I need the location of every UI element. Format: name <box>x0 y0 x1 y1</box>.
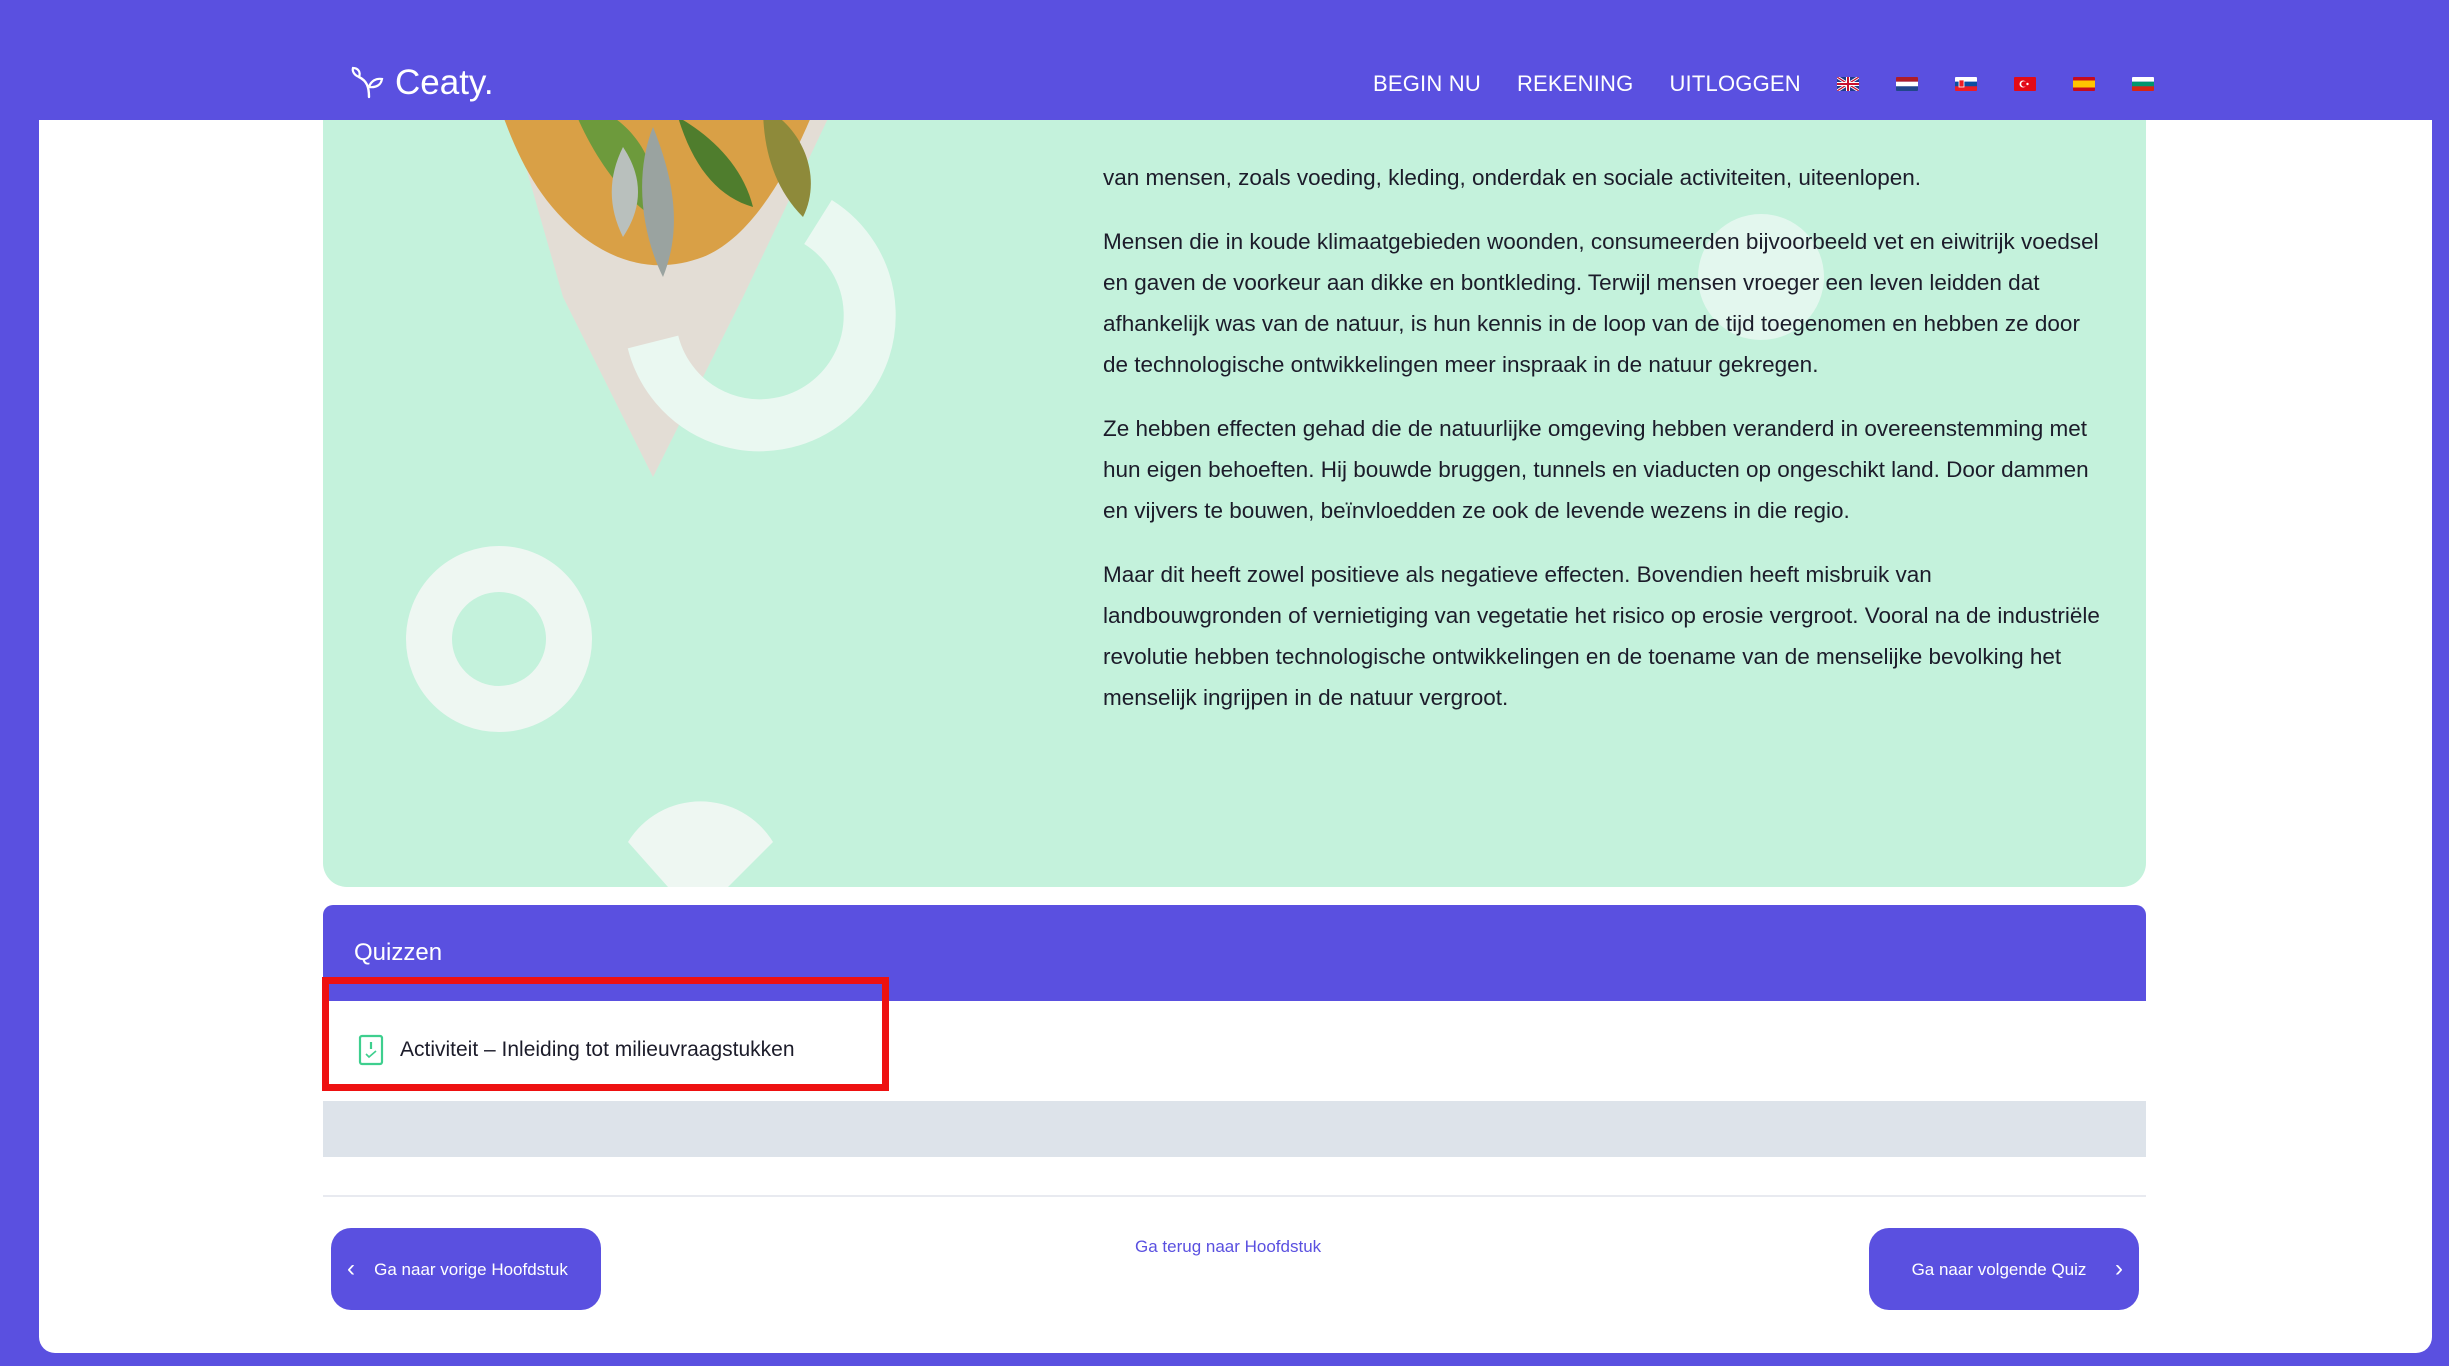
quiz-section-title: Quizzen <box>354 939 443 966</box>
next-quiz-button[interactable]: Ga naar volgende Quiz › <box>1869 1228 2139 1310</box>
previous-chapter-button[interactable]: ‹ Ga naar vorige Hoofdstuk <box>331 1228 601 1310</box>
lesson-paragraph: Maar dit heeft zowel positieve als negat… <box>1103 562 2100 710</box>
nav-uitloggen[interactable]: UITLOGGEN <box>1669 71 1800 97</box>
lesson-paragraph: van mensen, zoals voeding, kleding, onde… <box>1103 165 1922 190</box>
lesson-text: van mensen, zoals voeding, kleding, onde… <box>1103 165 2103 741</box>
nav-begin-nu[interactable]: BEGIN NU <box>1373 71 1481 97</box>
lesson-paragraph: Ze hebben effecten gehad die de natuurli… <box>1103 416 2089 523</box>
previous-chapter-label: Ga naar vorige Hoofdstuk <box>374 1259 568 1279</box>
nature-illustration-icon <box>406 87 896 887</box>
flag-bulgarian-icon[interactable] <box>2131 77 2154 91</box>
main-nav: BEGIN NU REKENING UITLOGGEN <box>1373 65 2191 103</box>
chevron-right-icon: › <box>2115 1255 2123 1282</box>
lesson-paragraph: Mensen die in koude klimaatgebieden woon… <box>1103 229 2099 377</box>
next-quiz-label: Ga naar volgende Quiz <box>1911 1259 2087 1279</box>
flag-dutch-icon[interactable] <box>1895 77 1918 91</box>
logo-sprout-icon <box>351 66 384 99</box>
chevron-left-icon: ‹ <box>347 1255 355 1282</box>
flag-turkish-icon[interactable] <box>2013 77 2036 91</box>
lesson-content-card: van mensen, zoals voeding, kleding, onde… <box>323 87 2146 887</box>
logo-text: Ceaty. <box>395 63 494 102</box>
quiz-section-footer <box>323 1101 2146 1157</box>
page-frame: Ceaty. BEGIN NU REKENING UITLOGGEN van m… <box>39 47 2432 1353</box>
nav-rekening[interactable]: REKENING <box>1517 71 1634 97</box>
flag-slovak-icon[interactable] <box>1954 77 1977 91</box>
logo[interactable]: Ceaty. <box>349 59 494 107</box>
top-navigation-bar: Ceaty. BEGIN NU REKENING UITLOGGEN <box>39 47 2432 120</box>
flag-english-icon[interactable] <box>1836 77 1859 91</box>
divider <box>323 1195 2146 1197</box>
flag-spanish-icon[interactable] <box>2072 77 2095 91</box>
highlight-box <box>322 977 889 1091</box>
back-to-chapter-link[interactable]: Ga terug naar Hoofdstuk <box>1135 1237 1321 1257</box>
